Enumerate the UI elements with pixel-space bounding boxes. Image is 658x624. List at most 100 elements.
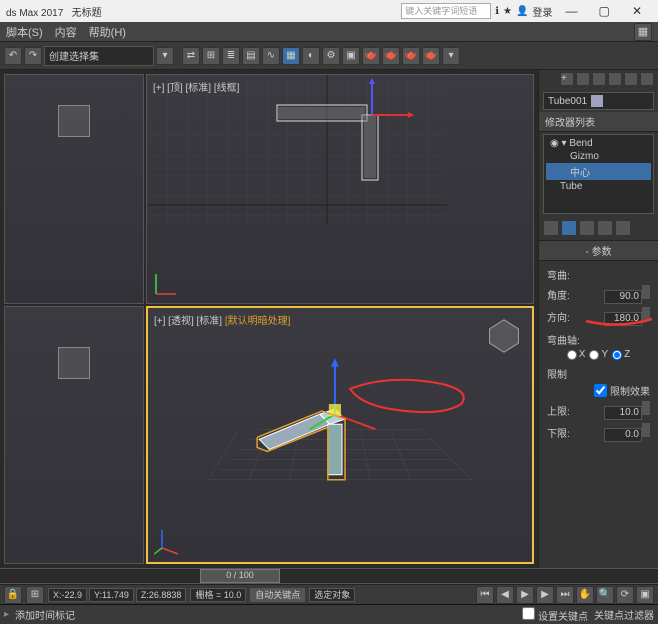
direction-spinner[interactable] (642, 307, 650, 321)
modifier-bend[interactable]: ◉ ▾ Bend (546, 137, 651, 150)
lock-icon[interactable]: 🔒 (4, 586, 22, 604)
close-button[interactable]: ✕ (622, 4, 652, 18)
axis-group-label: 弯曲轴: (547, 332, 650, 347)
signin-label[interactable]: 登录 (532, 4, 552, 19)
mirror-icon[interactable]: ⇄ (182, 47, 200, 65)
tab-utilities-icon[interactable] (640, 72, 654, 86)
tab-display-icon[interactable] (624, 72, 638, 86)
show-end-result-icon[interactable] (561, 220, 577, 236)
render3-icon[interactable]: 🫖 (402, 47, 420, 65)
axis-y-radio[interactable]: Y (589, 349, 608, 360)
menu-content[interactable]: 内容 (55, 24, 77, 40)
remove-modifier-icon[interactable] (597, 220, 613, 236)
viewport-perspective[interactable]: [+] [透视] [标准] [默认明暗处理] (146, 306, 534, 564)
render-setup-icon[interactable]: ⚙ (322, 47, 340, 65)
schematic-icon[interactable]: ▦ (282, 47, 300, 65)
lower-label: 下限: (547, 425, 570, 440)
modifier-list-header[interactable]: 修改器列表 (539, 112, 658, 132)
layer-icon[interactable]: ≣ (222, 47, 240, 65)
link-icon[interactable]: ↶ (4, 47, 22, 65)
limit-effect-checkbox[interactable] (594, 384, 607, 397)
setkey-check[interactable]: 设置关键点 (522, 607, 588, 623)
prev-frame-icon[interactable]: ◀ (496, 586, 514, 604)
main-toolbar: ↶ ↷ 创建选择集 ▾ ⇄ ⊞ ≣ ▤ ∿ ▦ ◐ ⚙ ▣ 🫖 🫖 🫖 🫖 ▾ (0, 42, 658, 70)
selected-filter[interactable]: 选定对象 (309, 588, 355, 602)
object-color-swatch[interactable] (591, 95, 603, 107)
tab-hierarchy-icon[interactable] (592, 72, 606, 86)
minimize-button[interactable]: — (556, 4, 586, 18)
render-icon[interactable]: 🫖 (362, 47, 380, 65)
viewcube-bl[interactable] (58, 347, 90, 379)
upper-spinner[interactable] (642, 401, 650, 415)
curve-editor-icon[interactable]: ∿ (262, 47, 280, 65)
goto-start-icon[interactable]: ⏮ (476, 586, 494, 604)
user-icon[interactable]: 👤 (516, 6, 528, 17)
y-coord[interactable]: Y:11.749 (89, 588, 134, 602)
modifier-tube[interactable]: Tube (546, 180, 651, 193)
keyfilter-button[interactable]: 关键点过滤器 (594, 607, 654, 622)
angle-spinner[interactable] (642, 285, 650, 299)
bottom-bar: ▸ 添加时间标记 设置关键点 关键点过滤器 (0, 604, 658, 624)
toggle-icon[interactable]: ▤ (242, 47, 260, 65)
modifier-gizmo[interactable]: Gizmo (546, 150, 651, 163)
snap-icon[interactable]: ⊞ (26, 586, 44, 604)
make-unique-icon[interactable] (579, 220, 595, 236)
modifier-stack[interactable]: ◉ ▾ Bend Gizmo 中心 Tube (543, 134, 654, 214)
world-axis-persp-icon (154, 526, 184, 556)
viewport-top-left[interactable] (4, 74, 144, 304)
star-icon[interactable]: ★ (503, 6, 512, 17)
viewport-bottom-left[interactable] (4, 306, 144, 564)
menu-help[interactable]: 帮助(H) (89, 24, 126, 40)
tab-modify-icon[interactable] (576, 72, 590, 86)
time-slider-thumb[interactable]: 0 / 100 (200, 569, 280, 583)
angle-input[interactable]: 90.0 (604, 290, 642, 304)
play-icon[interactable]: ▶ (516, 586, 534, 604)
time-slider[interactable]: 0 / 100 (0, 568, 658, 584)
align-icon[interactable]: ⊞ (202, 47, 220, 65)
viewport-grid: [+] [顶] [标准] [线框] (0, 70, 538, 568)
unlink-icon[interactable]: ↷ (24, 47, 42, 65)
tab-motion-icon[interactable] (608, 72, 622, 86)
upper-input[interactable]: 10.0 (604, 406, 642, 420)
axis-x-radio[interactable]: X (567, 349, 586, 360)
lower-input[interactable]: 0.0 (604, 428, 642, 442)
configure-sets-icon[interactable] (615, 220, 631, 236)
pan-icon[interactable]: ✋ (576, 586, 594, 604)
pin-stack-icon[interactable] (543, 220, 559, 236)
next-frame-icon[interactable]: ▶ (536, 586, 554, 604)
render-frame-icon[interactable]: ▣ (342, 47, 360, 65)
viewport-top[interactable]: [+] [顶] [标准] [线框] (146, 74, 534, 304)
limit-effect-label: 限制效果 (610, 383, 650, 398)
z-coord[interactable]: Z:26.8838 (136, 588, 187, 602)
lower-spinner[interactable] (642, 423, 650, 437)
help-icon[interactable]: ℹ (495, 6, 499, 17)
search-input[interactable]: 键入关键字词短语 (401, 3, 491, 19)
workspace-icon[interactable]: ▦ (634, 23, 652, 41)
goto-end-icon[interactable]: ⏭ (556, 586, 574, 604)
maxscript-prompt[interactable]: ▸ (4, 609, 9, 620)
render5-icon[interactable]: ▾ (442, 47, 460, 65)
viewcube-tl[interactable] (58, 105, 90, 137)
dropdown-arrow-icon[interactable]: ▾ (156, 47, 174, 65)
object-name-field[interactable]: Tube001 (543, 92, 654, 110)
direction-input[interactable]: 180.0 (604, 312, 642, 326)
selection-set-dropdown[interactable]: 创建选择集 (44, 46, 154, 66)
zoom-icon[interactable]: 🔍 (596, 586, 614, 604)
material-icon[interactable]: ◐ (302, 47, 320, 65)
bend-parameters: - 参数 弯曲: 角度: 90.0 方向: 180.0 弯曲轴: X Y Z 限… (539, 241, 658, 451)
stack-tools (539, 216, 658, 241)
render4-icon[interactable]: 🫖 (422, 47, 440, 65)
autokey-button[interactable]: 自动关键点 (250, 588, 305, 602)
add-time-tag[interactable]: 添加时间标记 (15, 607, 105, 622)
x-coord[interactable]: X:-22.9 (48, 588, 87, 602)
modifier-center[interactable]: 中心 (546, 163, 651, 180)
maximize-vp-icon[interactable]: ▣ (636, 586, 654, 604)
bend-group-label: 弯曲: (547, 267, 650, 282)
orbit-icon[interactable]: ⟳ (616, 586, 634, 604)
annotation-scribble (350, 380, 464, 412)
render2-icon[interactable]: 🫖 (382, 47, 400, 65)
axis-z-radio[interactable]: Z (612, 349, 630, 360)
tab-create-icon[interactable]: + (560, 72, 574, 86)
maximize-button[interactable]: ▢ (589, 4, 619, 18)
menu-script[interactable]: 脚本(S) (6, 24, 43, 40)
